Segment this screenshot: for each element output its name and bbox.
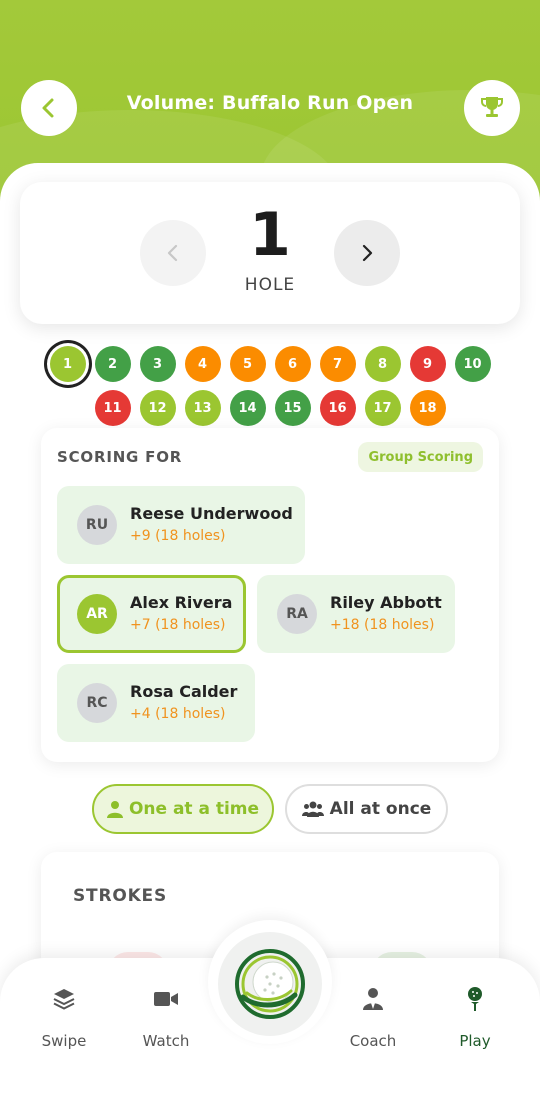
hole-chip-12[interactable]: 12 [139, 390, 176, 426]
center-logo-button[interactable] [218, 932, 322, 1036]
chevron-left-icon [42, 98, 54, 118]
next-hole-button[interactable] [334, 220, 400, 286]
nav-coach[interactable]: Coach [328, 986, 418, 1050]
chevron-right-icon [362, 244, 373, 262]
page-title: Volume: Buffalo Run Open [126, 92, 414, 114]
nav-label: Play [459, 1032, 491, 1050]
group-scoring-button[interactable]: Group Scoring [358, 442, 483, 472]
hole-chips-row: 11 12 13 14 15 16 17 18 [0, 390, 540, 426]
strokes-heading: STROKES [73, 886, 168, 906]
hole-number: 1 [249, 200, 291, 270]
hole-chip-16[interactable]: 16 [319, 390, 356, 426]
player-score: +4 (18 holes) [130, 706, 226, 722]
trophy-icon [481, 97, 503, 117]
users-icon [301, 801, 324, 817]
hole-chip-7[interactable]: 7 [319, 346, 356, 382]
player-card[interactable]: RC Rosa Calder +4 (18 holes) [57, 664, 255, 742]
all-at-once-label: All at once [329, 799, 432, 819]
player-card-selected[interactable]: AR Alex Rivera +7 (18 holes) [57, 575, 246, 653]
nav-label: Swipe [41, 1032, 87, 1050]
hole-chip-6[interactable]: 6 [274, 346, 311, 382]
hole-chip-17[interactable]: 17 [364, 390, 401, 426]
hole-chip-15[interactable]: 15 [274, 390, 311, 426]
golf-ball-logo-icon [235, 949, 305, 1019]
avatar: RA [277, 594, 317, 634]
nav-label: Watch [142, 1032, 190, 1050]
hole-label: HOLE [244, 275, 296, 295]
golf-tee-icon [468, 987, 482, 1011]
coach-icon [363, 988, 383, 1010]
leaderboard-button[interactable] [464, 80, 520, 136]
user-icon [106, 801, 123, 818]
hole-chip-14[interactable]: 14 [229, 390, 266, 426]
player-name: Riley Abbott [330, 593, 442, 612]
all-at-once-button[interactable]: All at once [285, 784, 448, 834]
one-at-a-time-button[interactable]: One at a time [92, 784, 274, 834]
nav-swipe[interactable]: Swipe [19, 986, 109, 1050]
player-name: Alex Rivera [130, 593, 233, 612]
avatar: RU [77, 505, 117, 545]
hole-chip-8[interactable]: 8 [364, 346, 401, 382]
hole-chip-5[interactable]: 5 [229, 346, 266, 382]
hole-chip-18[interactable]: 18 [409, 390, 446, 426]
player-card[interactable]: RU Reese Underwood +9 (18 holes) [57, 486, 305, 564]
avatar: AR [77, 594, 117, 634]
nav-label: Coach [349, 1032, 397, 1050]
avatar: RC [77, 683, 117, 723]
nav-watch[interactable]: Watch [121, 986, 211, 1050]
hole-chip-13[interactable]: 13 [184, 390, 221, 426]
player-score: +9 (18 holes) [130, 528, 226, 544]
hole-chip-3[interactable]: 3 [139, 346, 176, 382]
hole-chip-1[interactable]: 1 [49, 346, 86, 382]
player-name: Reese Underwood [130, 504, 293, 523]
hole-selector-card: 1 HOLE [20, 182, 520, 324]
hole-chip-11[interactable]: 11 [94, 390, 131, 426]
video-camera-icon [154, 992, 178, 1006]
hole-chips-row: 1 2 3 4 5 6 7 8 9 10 [0, 346, 540, 382]
hole-chip-4[interactable]: 4 [184, 346, 221, 382]
hole-chip-2[interactable]: 2 [94, 346, 131, 382]
player-name: Rosa Calder [130, 682, 238, 701]
scoring-for-heading: SCORING FOR [57, 448, 183, 466]
hole-chip-10[interactable]: 10 [454, 346, 491, 382]
back-button[interactable] [21, 80, 77, 136]
nav-play[interactable]: Play [430, 986, 520, 1050]
player-card[interactable]: RA Riley Abbott +18 (18 holes) [257, 575, 455, 653]
layers-icon [53, 989, 75, 1010]
player-score: +18 (18 holes) [330, 617, 435, 633]
one-at-a-time-label: One at a time [128, 799, 260, 819]
scoring-card: SCORING FOR Group Scoring RU Reese Under… [41, 428, 499, 762]
hole-chip-9[interactable]: 9 [409, 346, 446, 382]
player-score: +7 (18 holes) [130, 617, 226, 633]
